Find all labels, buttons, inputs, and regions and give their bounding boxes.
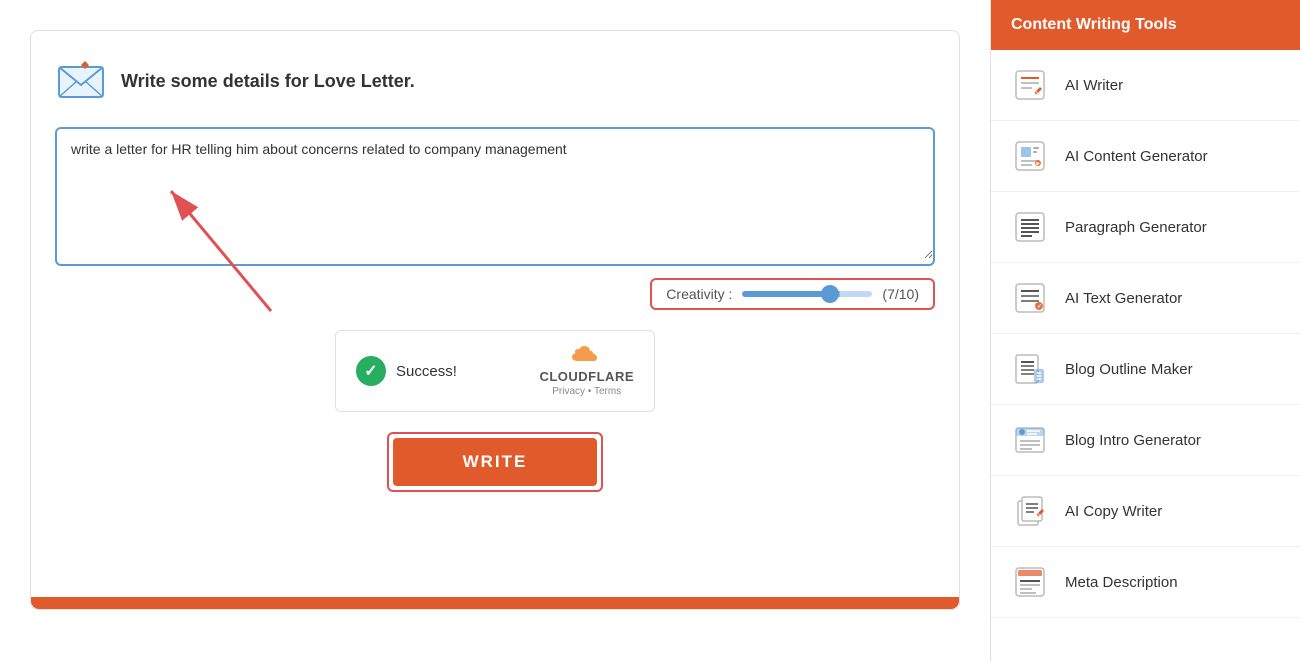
ai-writer-icon xyxy=(1009,64,1051,106)
ai-content-icon: ▶ xyxy=(1009,135,1051,177)
sidebar-item-label-blog-intro: Blog Intro Generator xyxy=(1065,432,1201,449)
creativity-value: (7/10) xyxy=(882,286,919,302)
success-check-icon: ✓ xyxy=(356,356,386,386)
sidebar-item-blog-intro[interactable]: Blog Intro Generator xyxy=(991,405,1300,476)
sidebar-item-label-meta-desc: Meta Description xyxy=(1065,574,1178,591)
sidebar-item-label-ai-content: AI Content Generator xyxy=(1065,148,1208,165)
sidebar-item-ai-content[interactable]: ▶ AI Content Generator xyxy=(991,121,1300,192)
write-button[interactable]: WRITE xyxy=(393,438,598,486)
blog-intro-icon xyxy=(1009,419,1051,461)
sidebar-item-paragraph[interactable]: Paragraph Generator xyxy=(991,192,1300,263)
cloudflare-logo: CLOUDFLARE Privacy • Terms xyxy=(539,345,634,397)
creativity-label: Creativity : xyxy=(666,286,732,302)
blog-outline-icon xyxy=(1009,348,1051,390)
captcha-banner: ✓ Success! CLOUDFLARE Privacy • Terms xyxy=(335,330,655,412)
love-letter-icon xyxy=(55,55,107,107)
cf-separator: • xyxy=(588,386,592,397)
creativity-slider[interactable] xyxy=(742,291,872,297)
cloudflare-links: Privacy • Terms xyxy=(552,386,621,397)
main-content: Write some details for Love Letter. Crea… xyxy=(0,0,990,661)
terms-link[interactable]: Terms xyxy=(594,386,621,397)
details-textarea[interactable] xyxy=(57,129,933,259)
sidebar-item-label-ai-copy: AI Copy Writer xyxy=(1065,503,1162,520)
sidebar-item-meta-desc[interactable]: Meta Description xyxy=(991,547,1300,618)
cloudflare-name: CLOUDFLARE xyxy=(539,369,634,384)
meta-desc-icon xyxy=(1009,561,1051,603)
privacy-link[interactable]: Privacy xyxy=(552,386,585,397)
sidebar-item-ai-text[interactable]: ✓ AI Text Generator xyxy=(991,263,1300,334)
success-text: Success! xyxy=(396,363,457,380)
creativity-box: Creativity : (7/10) xyxy=(650,278,935,310)
sidebar-item-label-blog-outline: Blog Outline Maker xyxy=(1065,361,1193,378)
card-header: Write some details for Love Letter. xyxy=(55,55,935,107)
sidebar-header: Content Writing Tools xyxy=(991,0,1300,50)
textarea-wrapper xyxy=(55,127,935,266)
write-button-wrapper: WRITE xyxy=(55,432,935,492)
sidebar-item-ai-copy[interactable]: AI Copy Writer xyxy=(991,476,1300,547)
success-row: ✓ Success! xyxy=(356,356,457,386)
ai-text-icon: ✓ xyxy=(1009,277,1051,319)
ai-copy-icon xyxy=(1009,490,1051,532)
sidebar-item-label-ai-text: AI Text Generator xyxy=(1065,290,1182,307)
sidebar-item-label-ai-writer: AI Writer xyxy=(1065,77,1123,94)
bottom-bar xyxy=(31,597,959,609)
sidebar-item-label-paragraph: Paragraph Generator xyxy=(1065,219,1207,236)
card-title: Write some details for Love Letter. xyxy=(121,71,415,92)
form-card: Write some details for Love Letter. Crea… xyxy=(30,30,960,610)
sidebar-item-blog-outline[interactable]: Blog Outline Maker xyxy=(991,334,1300,405)
write-button-outer: WRITE xyxy=(387,432,604,492)
creativity-row: Creativity : (7/10) xyxy=(55,278,935,310)
paragraph-icon xyxy=(1009,206,1051,248)
svg-text:✓: ✓ xyxy=(1037,304,1042,310)
sidebar: Content Writing Tools AI Writer xyxy=(990,0,1300,661)
sidebar-item-ai-writer[interactable]: AI Writer xyxy=(991,50,1300,121)
